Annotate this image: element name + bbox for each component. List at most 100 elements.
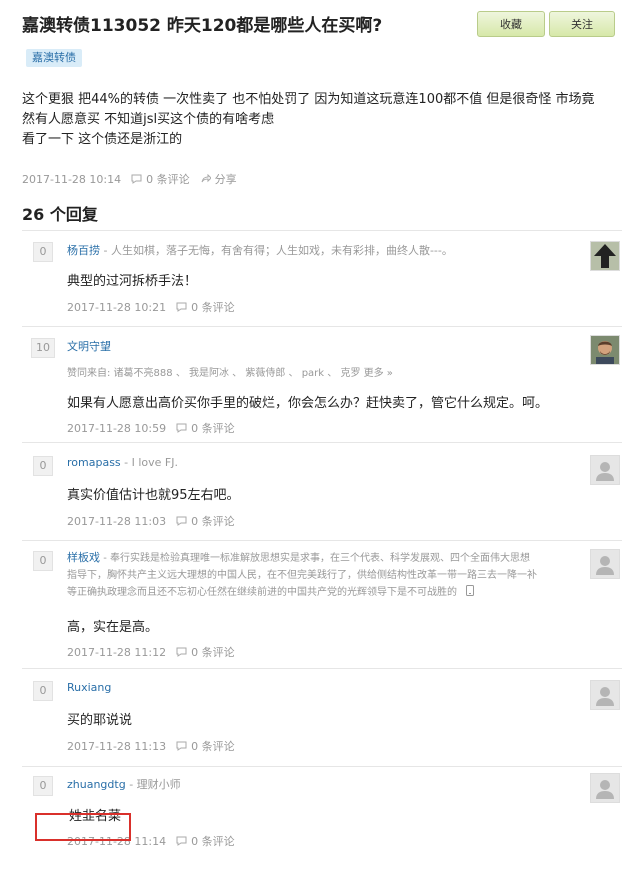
reply-author[interactable]: zhuangdtg <box>67 778 126 791</box>
highlight-annotation-box <box>35 813 131 841</box>
avatar[interactable] <box>590 680 620 710</box>
question-page: 嘉澳转债113052 昨天120都是哪些人在买啊? 收藏 关注 嘉澳转债 这个更… <box>0 0 642 877</box>
reply-signature: - 理财小师 <box>129 778 181 791</box>
avatar[interactable] <box>590 455 620 485</box>
reply-text: 如果有人愿意出高价买你手里的破烂，你会怎么办？赶快卖了，管它什么规定。呵。 <box>67 396 549 411</box>
reply-signature-line: - 奉行实践是检验真理唯一标准解放思想实是求事，在三个代表、科学发展观、四个全面… <box>103 553 530 564</box>
reply-meta: 2017-11-28 10:21 0 条评论 <box>67 299 235 315</box>
arrow-avatar-icon <box>591 242 619 270</box>
divider <box>22 668 622 669</box>
reply-likers[interactable]: 赞同来自: 诸葛不亮888 、 我是阿冰 、 紫薇侍郎 、 park 、 克罗 … <box>67 364 393 379</box>
vote-count[interactable]: 0 <box>33 681 53 701</box>
share-label: 分享 <box>214 173 237 186</box>
divider <box>22 326 622 327</box>
reply-author-block: 样板戏 - 奉行实践是检验真理唯一标准解放思想实是求事，在三个代表、科学发展观、… <box>67 549 582 601</box>
reply-meta: 2017-11-28 11:13 0 条评论 <box>67 738 235 754</box>
reply-comments-label: 0 条评论 <box>191 301 235 314</box>
reply-comments-label: 0 条评论 <box>191 646 235 659</box>
default-avatar-icon <box>591 456 619 484</box>
reply-author[interactable]: romapass <box>67 456 121 469</box>
divider <box>22 540 622 541</box>
reply-comments-label: 0 条评论 <box>191 422 235 435</box>
question-meta: 2017-11-28 10:14 0 条评论 分享 <box>22 171 237 187</box>
reply-comments-link[interactable]: 0 条评论 <box>176 738 235 754</box>
comment-icon <box>176 741 187 751</box>
avatar[interactable] <box>590 549 620 579</box>
divider <box>22 442 622 443</box>
reply-signature: - 人生如棋，落子无悔，有舍有得；人生如戏，未有彩排，曲终人散---。 <box>103 244 453 257</box>
reply-text: 典型的过河拆桥手法！ <box>67 274 198 289</box>
divider <box>22 230 622 231</box>
default-avatar-icon <box>591 550 619 578</box>
reply-item: 0 样板戏 - 奉行实践是检验真理唯一标准解放思想实是求事，在三个代表、科学发展… <box>22 540 622 668</box>
reply-author-line: Ruxiang <box>67 681 111 694</box>
divider <box>22 766 622 767</box>
avatar[interactable] <box>590 335 620 365</box>
reply-date: 2017-11-28 11:03 <box>67 514 167 528</box>
reply-author-line: 文明守望 <box>67 338 111 354</box>
reply-comments-link[interactable]: 0 条评论 <box>176 299 235 315</box>
reply-author[interactable]: 文明守望 <box>67 340 111 353</box>
reply-author-line: 杨百捞 - 人生如棋，落子无悔，有舍有得；人生如戏，未有彩排，曲终人散---。 <box>67 242 453 258</box>
vote-count[interactable]: 10 <box>31 338 55 358</box>
share-link[interactable]: 分享 <box>200 171 237 187</box>
follow-button[interactable]: 关注 <box>549 11 615 37</box>
favorite-button[interactable]: 收藏 <box>477 11 545 37</box>
reply-author[interactable]: Ruxiang <box>67 681 111 694</box>
vote-count[interactable]: 0 <box>33 242 53 262</box>
reply-comments-link[interactable]: 0 条评论 <box>176 513 235 529</box>
question-comments-link[interactable]: 0 条评论 <box>131 171 190 187</box>
comment-icon <box>176 647 187 657</box>
reply-author[interactable]: 杨百捞 <box>67 244 100 257</box>
reply-author-line: romapass - I love FJ. <box>67 456 178 469</box>
reply-comments-label: 0 条评论 <box>191 740 235 753</box>
reply-item: 0 杨百捞 - 人生如棋，落子无悔，有舍有得；人生如戏，未有彩排，曲终人散---… <box>22 230 622 326</box>
question-body: 这个更狠 把44%的转债 一次性卖了 也不怕处罚了 因为知道这玩意连100都不值… <box>22 90 627 150</box>
reply-comments-link[interactable]: 0 条评论 <box>176 833 235 849</box>
vote-count[interactable]: 0 <box>33 551 53 571</box>
default-avatar-icon <box>591 681 619 709</box>
reply-meta: 2017-11-28 10:59 0 条评论 <box>67 420 235 436</box>
reply-comments-label: 0 条评论 <box>191 515 235 528</box>
share-icon <box>201 174 211 183</box>
reply-date: 2017-11-28 10:21 <box>67 300 167 314</box>
mobile-icon <box>466 585 475 596</box>
reply-item: 0 romapass - I love FJ. 真实价值估计也就95左右吧。 2… <box>22 442 622 540</box>
vote-count[interactable]: 0 <box>33 776 53 796</box>
reply-meta: 2017-11-28 11:12 0 条评论 <box>67 644 235 660</box>
reply-item: 0 Ruxiang 买的耶说说 2017-11-28 11:13 0 条评论 <box>22 668 622 766</box>
avatar[interactable] <box>590 773 620 803</box>
comment-icon <box>176 423 187 433</box>
topic-tag[interactable]: 嘉澳转债 <box>26 49 82 67</box>
question-body-line: 这个更狠 把44%的转债 一次性卖了 也不怕处罚了 因为知道这玩意连100都不值… <box>22 92 595 107</box>
reply-date: 2017-11-28 10:59 <box>67 421 167 435</box>
default-avatar-icon <box>591 774 619 802</box>
question-body-line: 看了一下 这个债还是浙江的 <box>22 132 183 147</box>
avatar[interactable] <box>590 241 620 271</box>
reply-text: 高，实在是高。 <box>67 620 159 635</box>
reply-signature-line: 等正确执政理念而且还不忘初心任然在继续前进的中国共产党的光辉领导下是不可战胜的 <box>67 587 457 598</box>
question-comments-label: 0 条评论 <box>146 173 190 186</box>
reply-date: 2017-11-28 11:13 <box>67 739 167 753</box>
photo-avatar-icon <box>591 336 619 364</box>
reply-item: 10 文明守望 赞同来自: 诸葛不亮888 、 我是阿冰 、 紫薇侍郎 、 pa… <box>22 326 622 442</box>
comment-icon <box>131 174 142 184</box>
reply-comments-link[interactable]: 0 条评论 <box>176 644 235 660</box>
reply-text: 真实价值估计也就95左右吧。 <box>67 488 240 503</box>
reply-meta: 2017-11-28 11:03 0 条评论 <box>67 513 235 529</box>
replies-heading: 26 个回复 <box>22 205 98 224</box>
comment-icon <box>176 516 187 526</box>
reply-date: 2017-11-28 11:12 <box>67 645 167 659</box>
reply-signature-line: 指导下，胸怀共产主义远大理想的中国人民，在不但完美践行了，供给侧结构性改革一带一… <box>67 570 537 581</box>
reply-signature: - I love FJ. <box>124 456 178 469</box>
question-body-line: 然有人愿意买 不知道jsl买这个债的有啥考虑 <box>22 112 275 127</box>
vote-count[interactable]: 0 <box>33 456 53 476</box>
question-date: 2017-11-28 10:14 <box>22 172 122 186</box>
reply-text: 买的耶说说 <box>67 713 133 728</box>
reply-author[interactable]: 样板戏 <box>67 551 100 564</box>
reply-comments-label: 0 条评论 <box>191 835 235 848</box>
question-title: 嘉澳转债113052 昨天120都是哪些人在买啊? <box>22 16 383 36</box>
comment-icon <box>176 302 187 312</box>
reply-comments-link[interactable]: 0 条评论 <box>176 420 235 436</box>
reply-author-line: zhuangdtg - 理财小师 <box>67 776 181 792</box>
